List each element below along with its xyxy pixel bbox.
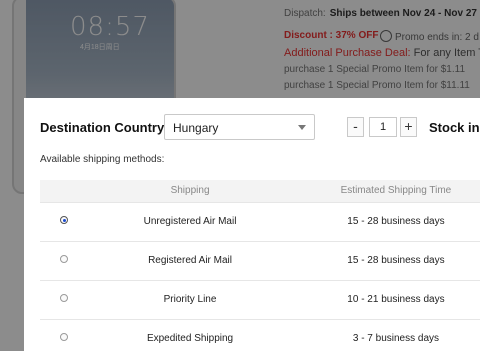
shipping-radio-selected[interactable] — [60, 216, 69, 224]
destination-label: Destination Country: — [40, 120, 169, 135]
shipping-time: 15 - 28 business days — [291, 202, 480, 242]
shipping-radio[interactable] — [60, 333, 69, 341]
shipping-radio[interactable] — [60, 294, 69, 302]
shipping-method: Unregistered Air Mail — [88, 202, 292, 242]
shipping-radio[interactable] — [60, 255, 69, 263]
chevron-down-icon — [298, 125, 306, 130]
shipping-modal: Destination Country: Hungary - 1 + Stock… — [24, 98, 480, 351]
table-header-row: Shipping Estimated Shipping Time — [40, 180, 480, 203]
table-row[interactable]: Unregistered Air Mail 15 - 28 business d… — [40, 202, 480, 242]
quantity-decrease-button[interactable]: - — [347, 117, 364, 137]
table-row[interactable]: Registered Air Mail 15 - 28 business day… — [40, 241, 480, 281]
quantity-input[interactable]: 1 — [369, 117, 397, 137]
shipping-method: Priority Line — [88, 280, 292, 320]
destination-row: Destination Country: Hungary - 1 + Stock… — [40, 114, 480, 142]
country-select[interactable]: Hungary — [164, 114, 315, 140]
shipping-method: Registered Air Mail — [88, 241, 292, 281]
header-select — [40, 180, 89, 203]
shipping-time: 3 - 7 business days — [291, 319, 480, 351]
header-shipping-time: Estimated Shipping Time — [291, 180, 480, 203]
country-select-value: Hungary — [173, 121, 219, 135]
shipping-methods-table: Shipping Estimated Shipping Time Unregis… — [40, 180, 480, 351]
shipping-method: Expedited Shipping — [88, 319, 292, 351]
shipping-time: 10 - 21 business days — [291, 280, 480, 320]
quantity-increase-button[interactable]: + — [400, 117, 417, 137]
stock-in-label: Stock in: — [429, 120, 480, 135]
available-shipping-label: Available shipping methods: — [40, 154, 165, 165]
header-shipping: Shipping — [88, 180, 292, 203]
shipping-time: 15 - 28 business days — [291, 241, 480, 281]
table-row[interactable]: Priority Line 10 - 21 business days — [40, 280, 480, 320]
table-row[interactable]: Expedited Shipping 3 - 7 business days — [40, 319, 480, 351]
